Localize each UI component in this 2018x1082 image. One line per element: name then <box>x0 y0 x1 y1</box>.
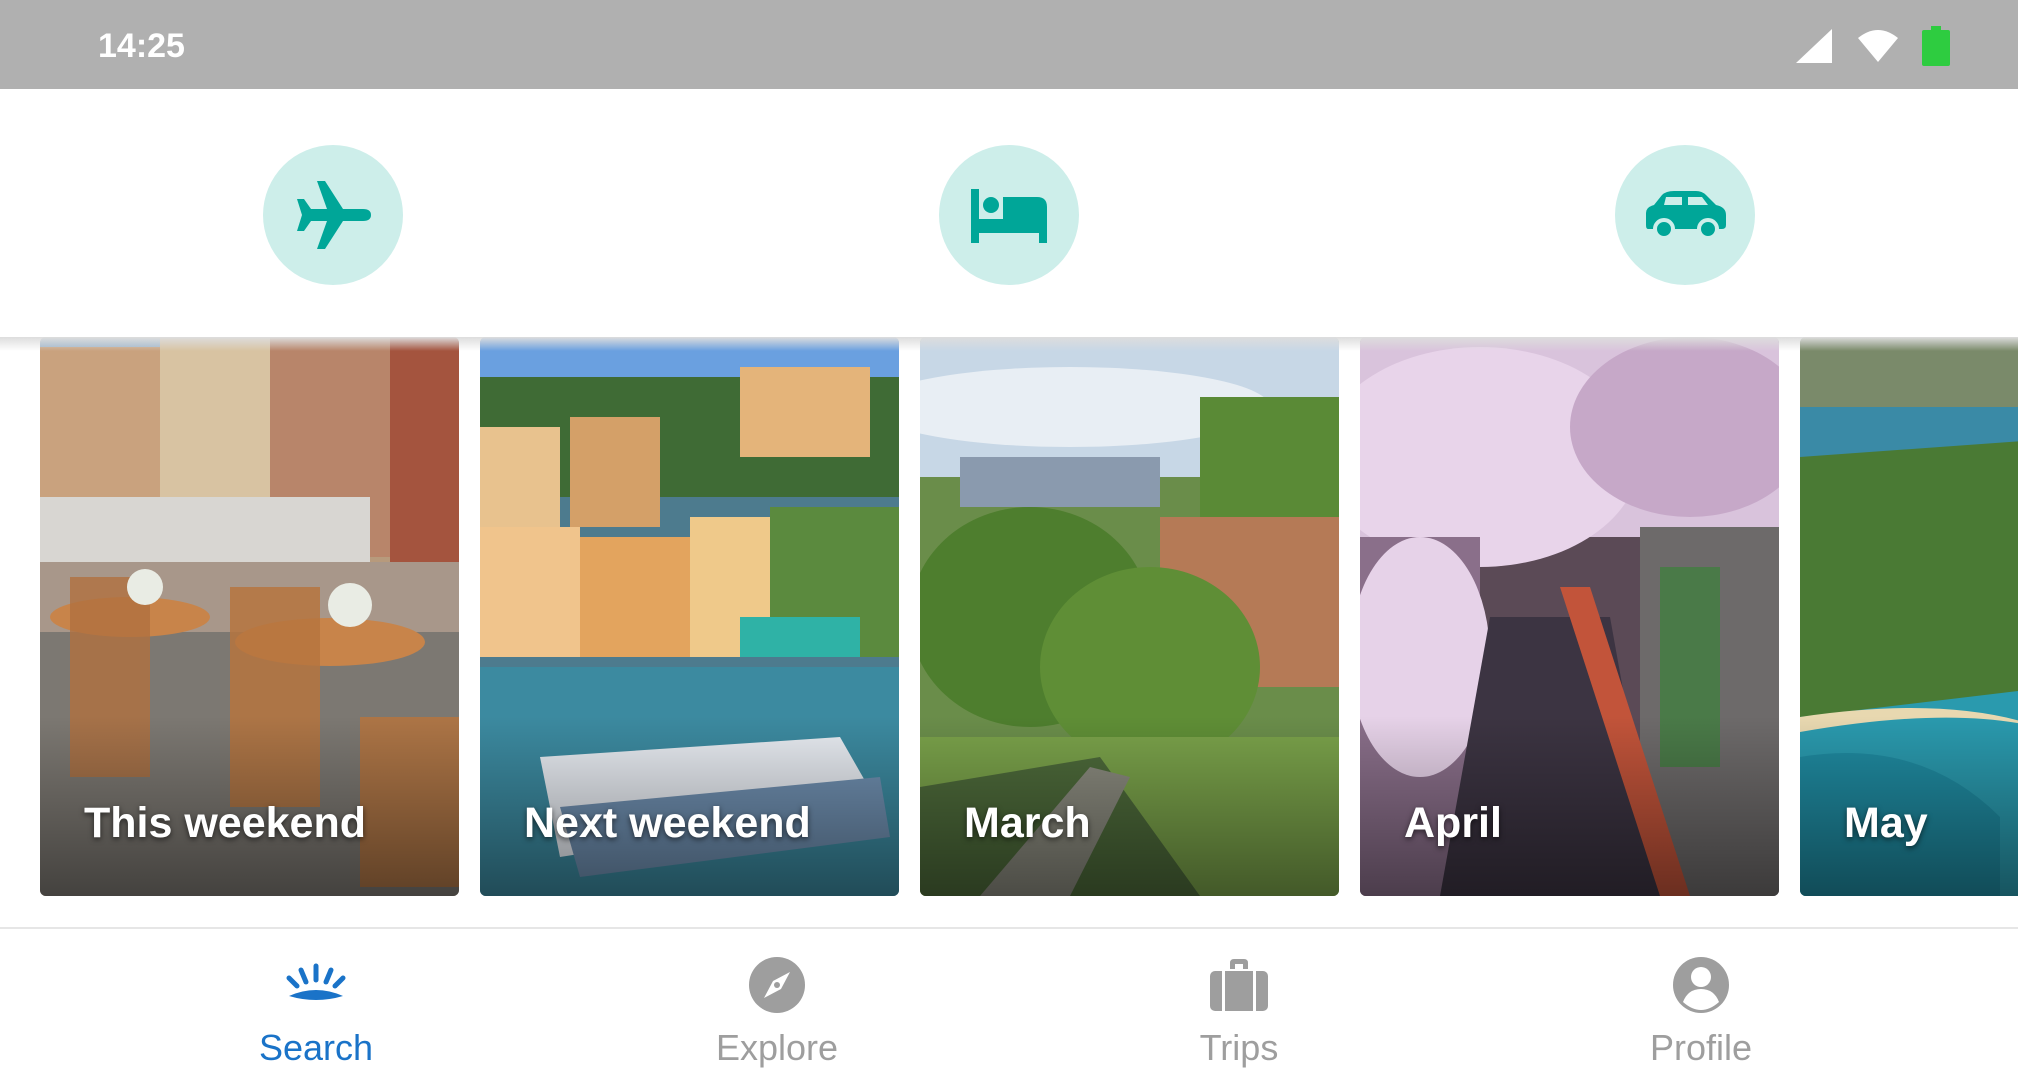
date-carousel[interactable]: This weekend Next weekend March April Ma… <box>0 337 2018 927</box>
status-bar: 14:25 <box>0 0 2018 89</box>
bed-icon <box>971 189 1047 243</box>
nav-profile-label: Profile <box>1649 1027 1753 1068</box>
card-label: March <box>964 799 1091 847</box>
nav-search[interactable]: Search <box>86 929 546 1082</box>
cars-button[interactable] <box>1615 145 1755 285</box>
flights-button[interactable] <box>263 145 403 285</box>
nav-search-label: Search <box>258 1027 374 1068</box>
card-label: April <box>1404 799 1502 847</box>
nav-explore[interactable]: Explore <box>547 929 1007 1082</box>
hotels-button[interactable] <box>939 145 1079 285</box>
compass-icon <box>748 955 806 1015</box>
battery-icon <box>1922 26 1950 66</box>
wifi-icon <box>1858 30 1898 62</box>
card-this-weekend[interactable]: This weekend <box>40 337 459 896</box>
card-april[interactable]: April <box>1360 337 1779 896</box>
search-sun-icon <box>281 955 351 1015</box>
nav-profile[interactable]: Profile <box>1471 929 1931 1082</box>
status-icons <box>1794 26 1950 66</box>
card-label: May <box>1844 799 1928 847</box>
airplane-icon <box>297 181 371 249</box>
vertical-selector <box>0 89 2018 337</box>
card-label: This weekend <box>84 799 366 847</box>
nav-explore-label: Explore <box>715 1027 839 1068</box>
car-icon <box>1646 191 1726 240</box>
suitcase-icon <box>1210 955 1268 1015</box>
nav-trips-label: Trips <box>1199 1027 1279 1068</box>
profile-icon <box>1672 955 1730 1015</box>
bottom-navigation: Search Explore Trips Profile <box>0 927 2018 1080</box>
card-next-weekend[interactable]: Next weekend <box>480 337 899 896</box>
card-march[interactable]: March <box>920 337 1339 896</box>
signal-icon <box>1796 29 1832 63</box>
card-may[interactable]: May <box>1800 337 2018 896</box>
card-label: Next weekend <box>524 799 811 847</box>
status-time: 14:25 <box>98 27 185 65</box>
nav-trips[interactable]: Trips <box>1009 929 1469 1082</box>
